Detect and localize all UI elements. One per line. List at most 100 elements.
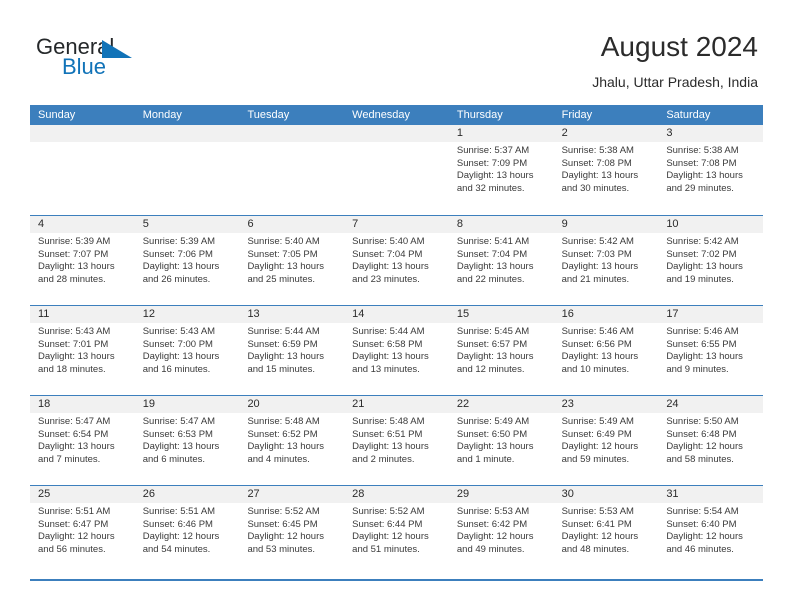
brand-name-blue: Blue <box>62 54 107 79</box>
day-number: 10 <box>658 216 764 233</box>
day-number: 21 <box>344 396 449 413</box>
day-cell[interactable]: 15 Sunrise: 5:45 AM Sunset: 6:57 PM Dayligh… <box>448 306 554 395</box>
sunrise-text: Sunrise: 5:53 AM <box>561 506 634 517</box>
day-number: 5 <box>134 216 240 233</box>
sunset-text: Sunset: 6:47 PM <box>38 518 109 530</box>
calendar-week-row: 4 Sunrise: 5:39 AM Sunset: 7:07 PM Daylight… <box>30 215 764 305</box>
sunset-text: Sunset: 7:01 PM <box>38 338 109 350</box>
day-number <box>134 125 240 142</box>
daylight-text: Daylight: 13 hours and 21 minutes. <box>561 261 639 285</box>
day-details: Sunrise: 5:38 AM Sunset: 7:08 PM Daylight:… <box>554 142 659 195</box>
day-cell[interactable]: 28 Sunrise: 5:52 AM Sunset: 6:44 PM Dayligh… <box>344 486 449 575</box>
day-cell[interactable]: 3 Sunrise: 5:38 AM Sunset: 7:08 PM Daylight… <box>658 125 764 215</box>
daylight-text: Daylight: 12 hours and 58 minutes. <box>666 441 743 465</box>
sunrise-text: Sunrise: 5:51 AM <box>38 506 111 517</box>
day-cell[interactable]: 7 Sunrise: 5:40 AM Sunset: 7:04 PM Daylight… <box>344 216 449 305</box>
day-details: Sunrise: 5:51 AM Sunset: 6:47 PM Daylight:… <box>30 503 135 556</box>
day-cell[interactable]: 8 Sunrise: 5:41 AM Sunset: 7:04 PM Daylight… <box>448 216 554 305</box>
day-number: 7 <box>344 216 449 233</box>
day-cell[interactable]: 9 Sunrise: 5:42 AM Sunset: 7:03 PM Daylight… <box>553 216 659 305</box>
day-cell[interactable]: 16 Sunrise: 5:46 AM Sunset: 6:56 PM Dayligh… <box>553 306 659 395</box>
day-number: 25 <box>30 486 135 503</box>
day-cell[interactable]: 23 Sunrise: 5:49 AM Sunset: 6:49 PM Dayligh… <box>553 396 659 485</box>
daylight-text: Daylight: 12 hours and 49 minutes. <box>456 531 534 555</box>
day-number: 24 <box>658 396 764 413</box>
sunset-text: Sunset: 6:58 PM <box>352 338 423 350</box>
day-details: Sunrise: 5:46 AM Sunset: 6:55 PM Daylight:… <box>658 323 763 376</box>
daylight-text: Daylight: 13 hours and 9 minutes. <box>666 351 743 375</box>
day-cell[interactable]: 24 Sunrise: 5:50 AM Sunset: 6:48 PM Dayligh… <box>658 396 764 485</box>
day-cell[interactable]: 10 Sunrise: 5:42 AM Sunset: 7:02 PM Dayligh… <box>658 216 764 305</box>
day-cell[interactable]: 11 Sunrise: 5:43 AM Sunset: 7:01 PM Dayligh… <box>30 306 135 395</box>
day-cell[interactable]: 14 Sunrise: 5:44 AM Sunset: 6:58 PM Dayligh… <box>344 306 449 395</box>
sunset-text: Sunset: 7:06 PM <box>142 248 213 260</box>
day-cell-empty <box>134 125 240 215</box>
day-details: Sunrise: 5:39 AM Sunset: 7:07 PM Daylight:… <box>30 233 135 286</box>
sunrise-text: Sunrise: 5:45 AM <box>456 326 530 337</box>
sunrise-text: Sunrise: 5:46 AM <box>561 326 634 337</box>
calendar-week-row: 18 Sunrise: 5:47 AM Sunset: 6:54 PM Dayligh… <box>30 395 764 485</box>
day-details: Sunrise: 5:37 AM Sunset: 7:09 PM Daylight:… <box>449 142 554 195</box>
day-cell[interactable]: 18 Sunrise: 5:47 AM Sunset: 6:54 PM Dayligh… <box>30 396 135 485</box>
sunrise-text: Sunrise: 5:49 AM <box>456 416 530 427</box>
day-cell[interactable]: 29 Sunrise: 5:53 AM Sunset: 6:42 PM Dayligh… <box>448 486 554 575</box>
day-cell[interactable]: 26 Sunrise: 5:51 AM Sunset: 6:46 PM Dayligh… <box>134 486 240 575</box>
day-details: Sunrise: 5:44 AM Sunset: 6:59 PM Daylight:… <box>239 323 344 376</box>
daylight-text: Daylight: 12 hours and 48 minutes. <box>561 531 639 555</box>
weekday-header-monday: Monday <box>142 109 182 121</box>
sunset-text: Sunset: 6:56 PM <box>561 338 632 350</box>
day-cell-empty <box>30 125 135 215</box>
day-details: Sunrise: 5:46 AM Sunset: 6:56 PM Daylight:… <box>554 323 659 376</box>
day-details: Sunrise: 5:47 AM Sunset: 6:54 PM Daylight:… <box>30 413 135 466</box>
day-number: 31 <box>658 486 764 503</box>
sunset-text: Sunset: 7:00 PM <box>142 338 213 350</box>
sunset-text: Sunset: 6:49 PM <box>561 428 632 440</box>
day-cell[interactable]: 31 Sunrise: 5:54 AM Sunset: 6:40 PM Dayligh… <box>658 486 764 575</box>
day-cell[interactable]: 27 Sunrise: 5:52 AM Sunset: 6:45 PM Dayligh… <box>239 486 345 575</box>
sunrise-text: Sunrise: 5:42 AM <box>561 236 634 247</box>
day-cell[interactable]: 25 Sunrise: 5:51 AM Sunset: 6:47 PM Dayligh… <box>30 486 135 575</box>
day-details: Sunrise: 5:40 AM Sunset: 7:04 PM Daylight:… <box>344 233 449 286</box>
day-cell[interactable]: 21 Sunrise: 5:48 AM Sunset: 6:51 PM Dayligh… <box>344 396 449 485</box>
sunrise-text: Sunrise: 5:46 AM <box>666 326 739 337</box>
day-number: 11 <box>30 306 135 323</box>
day-cell[interactable]: 19 Sunrise: 5:47 AM Sunset: 6:53 PM Dayligh… <box>134 396 240 485</box>
day-number: 9 <box>553 216 659 233</box>
daylight-text: Daylight: 12 hours and 59 minutes. <box>561 441 639 465</box>
day-cell[interactable]: 17 Sunrise: 5:46 AM Sunset: 6:55 PM Dayligh… <box>658 306 764 395</box>
day-cell[interactable]: 5 Sunrise: 5:39 AM Sunset: 7:06 PM Daylight… <box>134 216 240 305</box>
day-details: Sunrise: 5:48 AM Sunset: 6:52 PM Daylight:… <box>239 413 344 466</box>
day-cell[interactable]: 12 Sunrise: 5:43 AM Sunset: 7:00 PM Dayligh… <box>134 306 240 395</box>
sunset-text: Sunset: 7:07 PM <box>38 248 109 260</box>
day-details: Sunrise: 5:54 AM Sunset: 6:40 PM Daylight:… <box>658 503 763 556</box>
day-details: Sunrise: 5:42 AM Sunset: 7:02 PM Daylight:… <box>658 233 763 286</box>
weekday-header-row: Sunday Monday Tuesday Wednesday Thursday Frid… <box>30 105 763 125</box>
daylight-text: Daylight: 13 hours and 15 minutes. <box>247 351 325 375</box>
day-cell[interactable]: 6 Sunrise: 5:40 AM Sunset: 7:05 PM Daylight… <box>239 216 345 305</box>
day-details: Sunrise: 5:50 AM Sunset: 6:48 PM Daylight:… <box>658 413 763 466</box>
day-number: 2 <box>553 125 659 142</box>
sunset-text: Sunset: 6:41 PM <box>561 518 632 530</box>
day-details: Sunrise: 5:53 AM Sunset: 6:41 PM Daylight:… <box>554 503 659 556</box>
daylight-text: Daylight: 12 hours and 54 minutes. <box>142 531 220 555</box>
day-cell[interactable]: 13 Sunrise: 5:44 AM Sunset: 6:59 PM Dayligh… <box>239 306 345 395</box>
day-cell[interactable]: 4 Sunrise: 5:39 AM Sunset: 7:07 PM Daylight… <box>30 216 135 305</box>
sunrise-text: Sunrise: 5:52 AM <box>247 506 320 517</box>
day-details: Sunrise: 5:44 AM Sunset: 6:58 PM Daylight:… <box>344 323 449 376</box>
sunrise-text: Sunrise: 5:49 AM <box>561 416 634 427</box>
day-cell[interactable]: 2 Sunrise: 5:38 AM Sunset: 7:08 PM Daylight… <box>553 125 659 215</box>
day-number: 16 <box>553 306 659 323</box>
day-cell[interactable]: 30 Sunrise: 5:53 AM Sunset: 6:41 PM Dayligh… <box>553 486 659 575</box>
day-details: Sunrise: 5:40 AM Sunset: 7:05 PM Daylight:… <box>239 233 344 286</box>
title-block: August 2024 Jhalu, Uttar Pradesh, India <box>592 30 758 92</box>
day-cell[interactable]: 1 Sunrise: 5:37 AM Sunset: 7:09 PM Daylight… <box>448 125 554 215</box>
day-number: 13 <box>239 306 345 323</box>
sunrise-text: Sunrise: 5:37 AM <box>456 145 530 156</box>
day-number <box>344 125 449 142</box>
brand-logo[interactable]: General Blue <box>36 36 216 88</box>
day-details: Sunrise: 5:48 AM Sunset: 6:51 PM Daylight:… <box>344 413 449 466</box>
day-cell[interactable]: 20 Sunrise: 5:48 AM Sunset: 6:52 PM Dayligh… <box>239 396 345 485</box>
weekday-header-saturday: Saturday <box>666 109 711 121</box>
day-details: Sunrise: 5:51 AM Sunset: 6:46 PM Daylight:… <box>135 503 240 556</box>
day-cell[interactable]: 22 Sunrise: 5:49 AM Sunset: 6:50 PM Dayligh… <box>448 396 554 485</box>
